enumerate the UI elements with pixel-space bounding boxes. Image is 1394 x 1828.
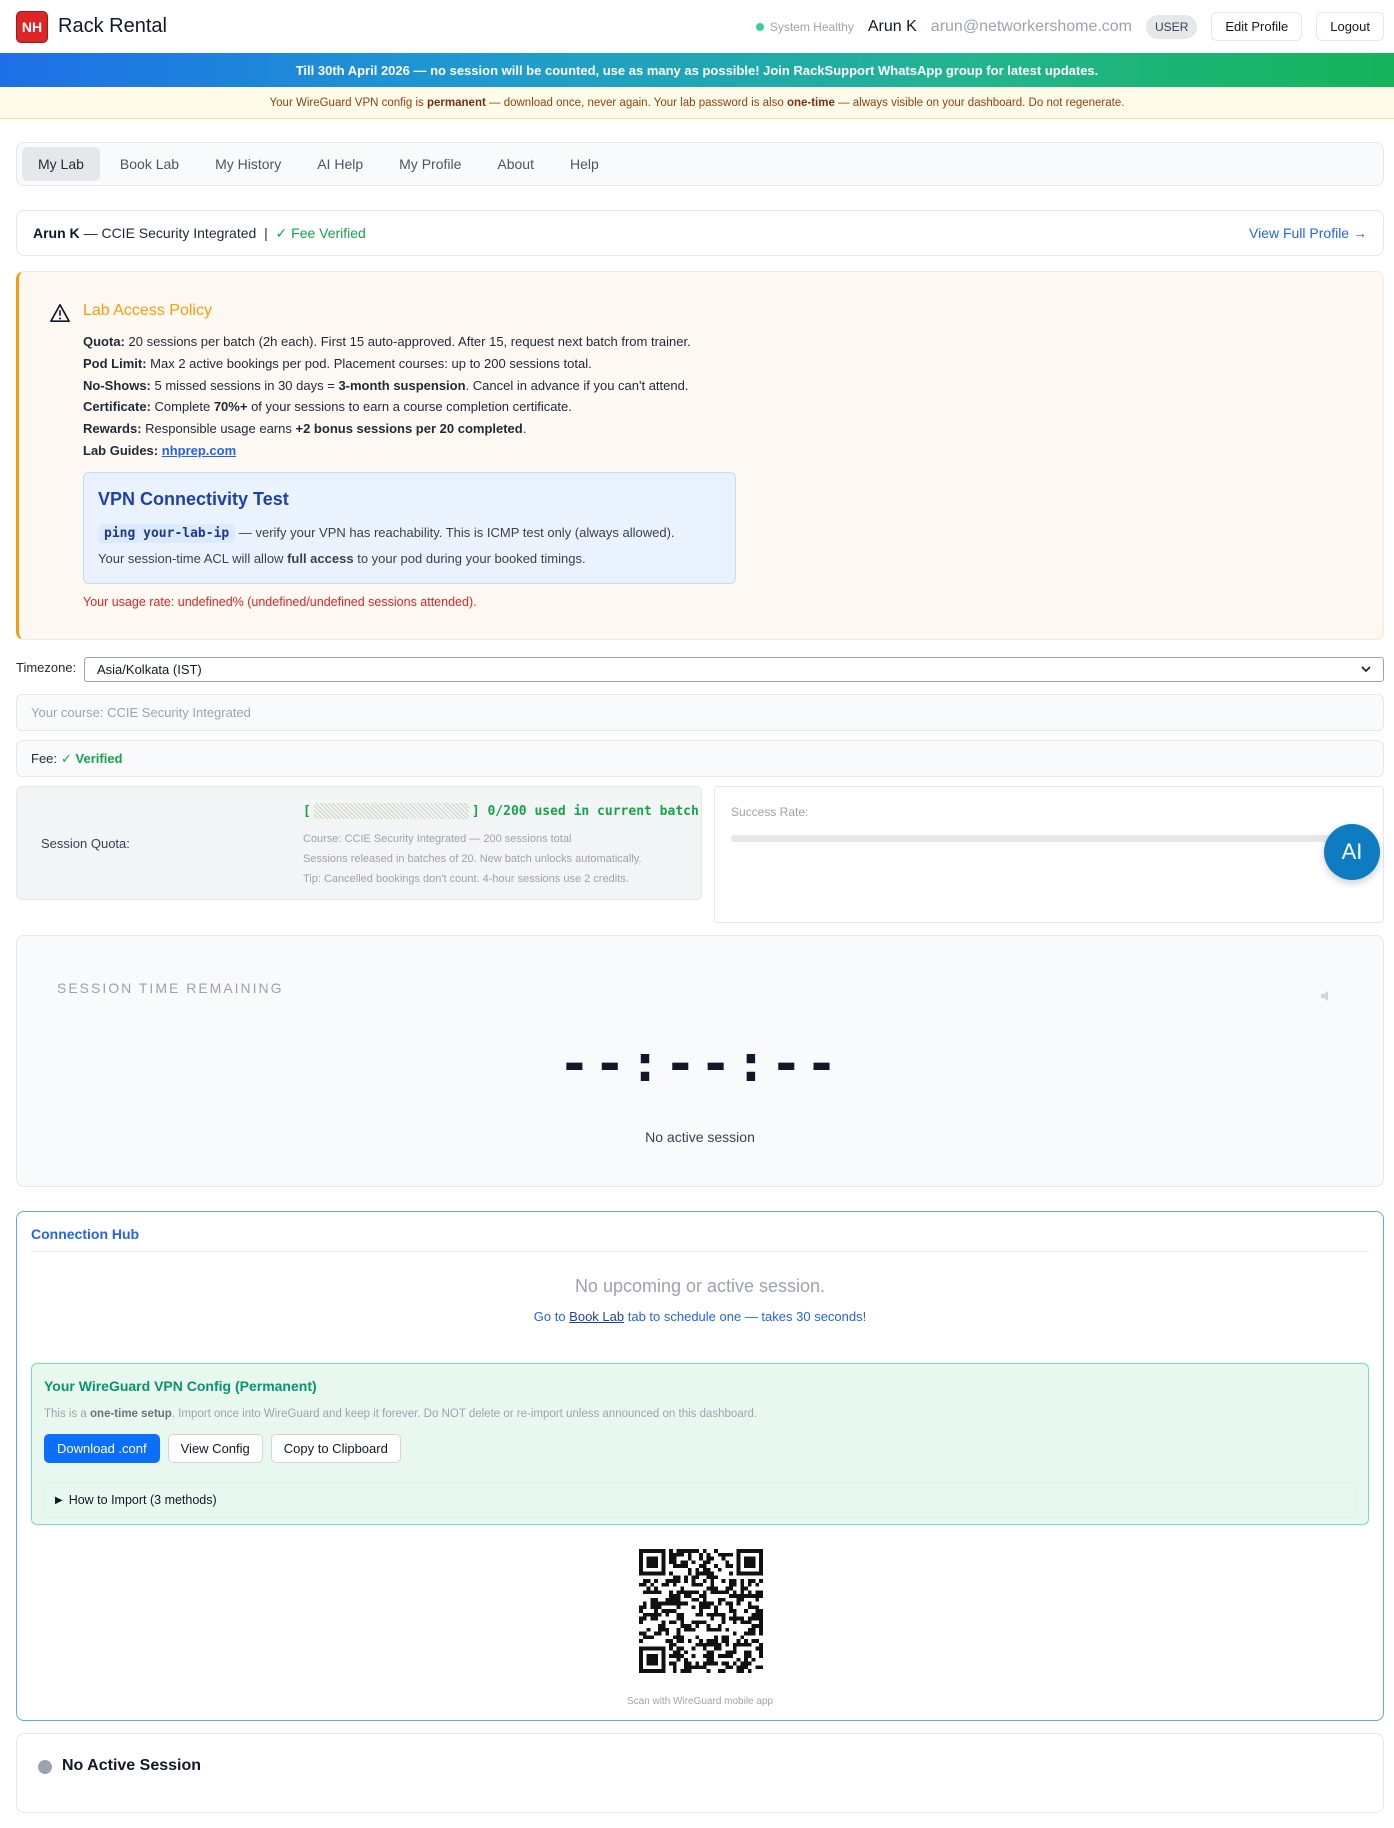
status-text: System Healthy xyxy=(769,19,854,34)
download-conf-button[interactable]: Download .conf xyxy=(44,1434,160,1463)
view-full-profile-link[interactable]: View Full Profile → xyxy=(1249,225,1367,241)
vpn-test-line-1: ping your-lab-ip — verify your VPN has r… xyxy=(98,520,721,546)
profile-separator: | xyxy=(264,225,268,241)
quota-notes: Course: CCIE Security Integrated — 200 s… xyxy=(303,829,642,889)
rule-lab-guides: Lab Guides: nhprep.com xyxy=(83,442,237,458)
hub-hint: Go to Book Lab tab to schedule one — tak… xyxy=(533,1309,867,1324)
copy-clipboard-button[interactable]: Copy to Clipboard xyxy=(270,1434,401,1463)
fee-value: ✓ Verified xyxy=(61,750,123,766)
tab-book-lab[interactable]: Book Lab xyxy=(104,147,195,181)
announcement-text: Till 30th April 2026 — no session will b… xyxy=(295,62,1099,78)
quota-note: Sessions released in batches of 20. New … xyxy=(303,853,642,865)
app-header: NH Rack Rental System Healthy Arun K aru… xyxy=(0,0,1394,53)
session-quota-card: Session Quota: [] 0/200 used in current … xyxy=(16,786,702,900)
quota-note: Tip: Cancelled bookings don't count. 4-h… xyxy=(303,873,629,885)
user-email: arun@networkershome.com xyxy=(930,17,1133,35)
warn-text-2: — download once, never again. Your lab p… xyxy=(489,96,784,109)
timer-digits: --:--:-- xyxy=(558,1034,842,1094)
success-rate-card: Success Rate: xyxy=(714,786,1384,923)
wireguard-actions: Download .conf View Config Copy to Clipb… xyxy=(44,1434,401,1463)
warn-text-1: Your WireGuard VPN config is xyxy=(269,96,424,109)
profile-summary: Arun K — CCIE Security Integrated | ✓ Fe… xyxy=(16,210,1384,256)
qr-caption: Scan with WireGuard mobile app xyxy=(626,1696,774,1707)
ai-assistant-button[interactable]: AI xyxy=(1324,824,1380,880)
system-status: System Healthy xyxy=(755,19,854,34)
tab-about[interactable]: About xyxy=(481,147,550,181)
app-title: Rack Rental xyxy=(58,15,167,37)
lab-guides-link[interactable]: nhprep.com xyxy=(162,443,236,458)
success-rate-label: Success Rate: xyxy=(731,805,809,819)
tab-my-history[interactable]: My History xyxy=(199,147,297,181)
quota-progress xyxy=(313,803,469,819)
main-nav: My Lab Book Lab My History AI Help My Pr… xyxy=(16,142,1384,186)
timezone-label: Timezone: xyxy=(16,660,77,675)
wireguard-qr-code xyxy=(639,1549,763,1673)
wireguard-description: This is a one-time setup. Import once in… xyxy=(44,1408,758,1420)
import-instructions-toggle[interactable]: ▶ How to Import (3 methods) xyxy=(44,1482,1356,1518)
warn-bold-1: permanent xyxy=(427,96,486,109)
fee-status: ✓ Fee Verified xyxy=(275,224,366,241)
vpn-warning-banner: Your WireGuard VPN config is permanent —… xyxy=(0,87,1394,119)
quota-bar: [] 0/200 used in current batch xyxy=(303,803,699,819)
ping-command: ping your-lab-ip xyxy=(98,524,236,543)
connection-hub: Connection Hub No upcoming or active ses… xyxy=(16,1211,1384,1721)
tab-ai-help[interactable]: AI Help xyxy=(301,147,379,181)
vpn-test-line-2: Your session-time ACL will allow full ac… xyxy=(98,551,586,566)
profile-course: — CCIE Security Integrated xyxy=(83,225,257,241)
book-lab-link[interactable]: Book Lab xyxy=(569,1309,624,1324)
course-text: Your course: CCIE Security Integrated xyxy=(31,705,251,720)
role-badge: USER xyxy=(1146,14,1198,39)
vpn-connectivity-test: VPN Connectivity Test ping your-lab-ip —… xyxy=(83,472,736,584)
warning-icon xyxy=(50,304,70,322)
tab-my-profile[interactable]: My Profile xyxy=(383,147,477,181)
tab-my-lab[interactable]: My Lab xyxy=(22,147,100,181)
status-dot-icon xyxy=(755,22,764,31)
timer-title: SESSION TIME REMAINING xyxy=(57,980,284,996)
usage-rate: Your usage rate: undefined% (undefined/u… xyxy=(83,595,477,609)
profile-name: Arun K xyxy=(33,225,80,241)
speaker-icon[interactable] xyxy=(1319,989,1333,1003)
timer-status: No active session xyxy=(645,1129,755,1145)
lab-access-policy: Lab Access Policy Quota: 20 sessions per… xyxy=(16,271,1384,640)
session-status-label: No Active Session xyxy=(62,1757,202,1774)
timezone-select[interactable]: Asia/Kolkata (IST) xyxy=(84,657,1384,682)
rule-no-shows: No-Shows: 5 missed sessions in 30 days =… xyxy=(83,377,689,393)
policy-title: Lab Access Policy xyxy=(83,302,212,319)
divider xyxy=(31,1251,1369,1252)
fee-field: Fee: ✓ Verified xyxy=(16,740,1384,777)
logo: NH xyxy=(16,10,48,43)
import-instructions-label: How to Import (3 methods) xyxy=(68,1493,217,1507)
quota-count: ] 0/200 used in current batch xyxy=(471,803,699,819)
wireguard-title: Your WireGuard VPN Config (Permanent) xyxy=(44,1378,317,1394)
logout-button[interactable]: Logout xyxy=(1316,12,1384,41)
quota-note: Course: CCIE Security Integrated — 200 s… xyxy=(303,833,572,845)
edit-profile-button[interactable]: Edit Profile xyxy=(1211,12,1303,41)
warn-bold-2: one-time xyxy=(786,96,835,109)
timezone-value: Asia/Kolkata (IST) xyxy=(97,662,202,677)
vpn-test-title: VPN Connectivity Test xyxy=(98,489,289,509)
hub-title: Connection Hub xyxy=(31,1226,140,1242)
fee-label: Fee: xyxy=(31,751,58,766)
user-name: Arun K xyxy=(867,17,917,35)
success-rate-bar xyxy=(731,835,1371,842)
session-timer: SESSION TIME REMAINING --:--:-- No activ… xyxy=(16,935,1384,1187)
view-config-button[interactable]: View Config xyxy=(167,1434,263,1463)
wireguard-config-panel: Your WireGuard VPN Config (Permanent) Th… xyxy=(31,1363,1369,1525)
policy-rules: Quota: 20 sessions per batch (2h each). … xyxy=(83,331,691,462)
rule-pod-limit: Pod Limit: Max 2 active bookings per pod… xyxy=(83,355,592,371)
session-quota-label: Session Quota: xyxy=(41,836,130,851)
status-dot-icon xyxy=(38,1760,52,1774)
session-status-card: No Active Session xyxy=(16,1733,1384,1813)
hub-empty-message: No upcoming or active session. xyxy=(574,1276,826,1296)
header-actions: System Healthy Arun K arun@networkershom… xyxy=(755,12,1384,41)
rule-certificate: Certificate: Complete 70%+ of your sessi… xyxy=(83,399,572,415)
announcement-banner: Till 30th April 2026 — no session will b… xyxy=(0,53,1394,87)
chevron-down-icon xyxy=(1361,666,1371,673)
course-field: Your course: CCIE Security Integrated xyxy=(16,694,1384,731)
triangle-right-icon: ▶ xyxy=(55,1494,63,1506)
rule-rewards: Rewards: Responsible usage earns +2 bonu… xyxy=(83,421,527,437)
rule-quota: Quota: 20 sessions per batch (2h each). … xyxy=(83,334,691,349)
tab-help[interactable]: Help xyxy=(554,147,615,181)
warn-text-3: — always visible on your dashboard. Do n… xyxy=(838,96,1125,109)
